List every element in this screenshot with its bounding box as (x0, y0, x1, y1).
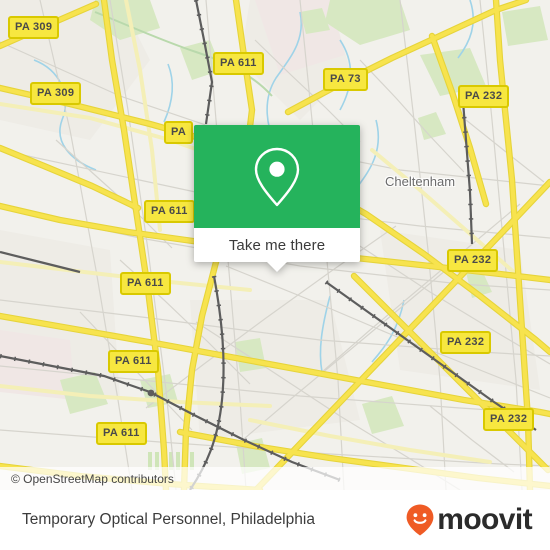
take-me-there-button[interactable]: Take me there (194, 228, 360, 272)
route-shield-pa-611-left[interactable]: PA 611 (120, 272, 171, 295)
take-me-there-label: Take me there (228, 236, 326, 254)
location-pin-icon (254, 147, 300, 206)
route-shield-pa-611-mid[interactable]: PA 611 (144, 200, 195, 223)
route-shield-pa-611-bottom[interactable]: PA 611 (96, 422, 147, 445)
map-attribution-bar: © OpenStreetMap contributors (0, 467, 550, 490)
route-shield-pa-611-top[interactable]: PA 611 (213, 52, 264, 75)
location-callout-card[interactable]: Take me there (194, 125, 360, 272)
route-shield-pa-partial[interactable]: PA (164, 121, 194, 144)
page-footer: Temporary Optical Personnel, Philadelphi… (0, 490, 550, 550)
route-shield-pa-309-north[interactable]: PA 309 (8, 16, 60, 39)
openstreetmap-attribution[interactable]: © OpenStreetMap contributors (0, 472, 174, 486)
route-shield-pa-309-west[interactable]: PA 309 (30, 82, 82, 105)
route-shield-pa-232-mid[interactable]: PA 232 (447, 249, 499, 272)
page-title: Temporary Optical Personnel, Philadelphi… (22, 511, 315, 528)
place-label-cheltenham: Cheltenham (385, 174, 456, 189)
route-shield-pa-232-top[interactable]: PA 232 (458, 85, 510, 108)
map-screenshot: PA 309 PA 309 PA 611 PA 73 PA 232 PA PA … (0, 0, 550, 550)
callout-icon-area (194, 125, 360, 228)
route-shield-pa-232-bottom[interactable]: PA 232 (483, 408, 535, 431)
callout-tail (266, 261, 288, 272)
route-shield-pa-232-right[interactable]: PA 232 (440, 331, 492, 354)
moovit-wordmark: moovit (437, 503, 532, 536)
moovit-smiley-pin-icon (406, 504, 434, 536)
rail-junction-node (147, 389, 155, 397)
route-shield-pa-73[interactable]: PA 73 (323, 68, 368, 91)
map-canvas[interactable]: PA 309 PA 309 PA 611 PA 73 PA 232 PA PA … (0, 0, 550, 490)
moovit-logo[interactable]: moovit (405, 503, 550, 537)
route-shield-pa-611-lower[interactable]: PA 611 (108, 350, 159, 373)
